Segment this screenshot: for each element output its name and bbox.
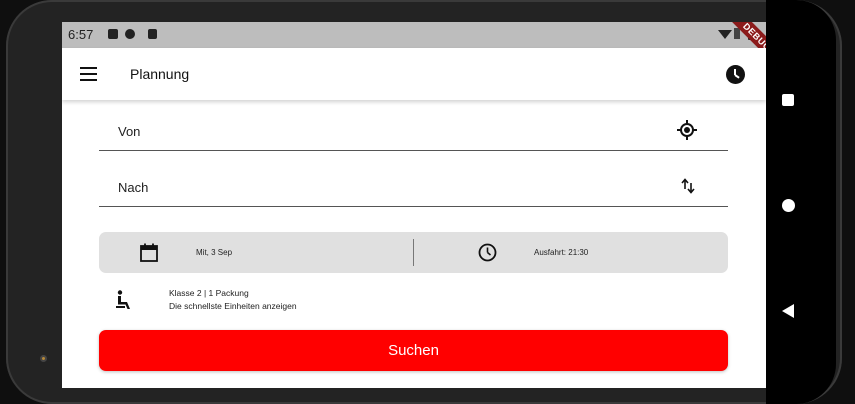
page-title: Plannung [130,66,190,82]
back-button[interactable] [782,304,794,318]
to-label: Nach [118,180,149,195]
swap-vertical-icon[interactable] [681,178,695,194]
fastest-connections-option: Die schnellste Einheiten anzeigen [169,301,297,311]
travel-options[interactable]: Klasse 2 | 1 Packung Die schnellste Einh… [99,284,728,316]
status-time: 6:57 [68,27,94,42]
departure-time-value[interactable]: Ausfahrt: 21:30 [534,248,588,257]
calendar-icon [140,243,158,262]
search-button[interactable]: Suchen [99,330,728,371]
app-screen: 6:57 DEBUG Plannung Von Nach Mit, 3 Sep … [62,22,766,388]
seat-icon [116,290,130,309]
clock-icon [478,243,497,262]
notification-play-icon [125,29,135,39]
system-nav-bar [766,0,836,404]
app-bar: Plannung [62,48,766,100]
history-icon[interactable] [726,65,745,84]
status-bar: 6:57 DEBUG [62,22,766,81]
date-time-selector[interactable]: Mit, 3 Sep Ausfahrt: 21:30 [99,232,728,273]
menu-icon[interactable] [80,67,97,81]
to-field[interactable]: Nach [99,166,728,207]
front-camera [40,355,47,362]
from-field[interactable]: Von [99,110,728,151]
notification-a-icon [108,29,118,39]
from-label: Von [118,124,141,139]
class-and-luggage: Klasse 2 | 1 Packung [169,288,249,298]
recents-button[interactable] [782,94,794,106]
divider [413,239,414,266]
wifi-icon [718,30,732,39]
home-button[interactable] [782,199,795,212]
my-location-icon[interactable] [677,120,697,140]
sim-card-icon [148,29,157,39]
date-value[interactable]: Mit, 3 Sep [196,248,232,257]
